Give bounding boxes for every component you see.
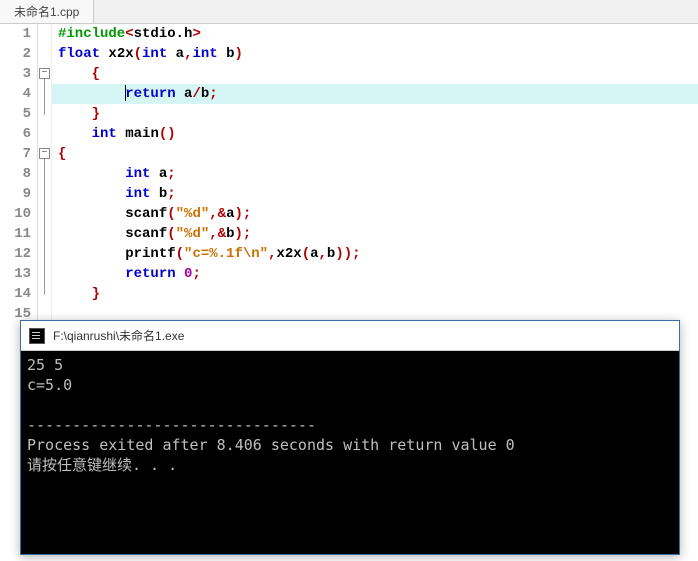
code-area[interactable]: #include<stdio.h>float x2x(int a,int b) … [52, 24, 698, 322]
code-line[interactable]: return 0; [52, 264, 698, 284]
line-number: 3 [0, 64, 31, 84]
code-line[interactable]: } [52, 284, 698, 304]
console-titlebar[interactable]: F:\qianrushi\未命名1.exe [21, 321, 679, 351]
fold-toggle[interactable]: − [39, 68, 50, 79]
line-number: 8 [0, 164, 31, 184]
code-line[interactable]: } [52, 104, 698, 124]
code-line[interactable]: { [52, 144, 698, 164]
line-number: 6 [0, 124, 31, 144]
fold-guide [44, 79, 45, 115]
console-output: 25 5 c=5.0 -----------------------------… [21, 351, 679, 479]
fold-guide [44, 159, 45, 295]
line-number: 1 [0, 24, 31, 44]
console-icon [29, 328, 45, 344]
line-number: 11 [0, 224, 31, 244]
fold-toggle[interactable]: − [39, 148, 50, 159]
line-number: 12 [0, 244, 31, 264]
code-line[interactable]: { [52, 64, 698, 84]
file-tab[interactable]: 未命名1.cpp [0, 0, 94, 23]
code-line[interactable]: int a; [52, 164, 698, 184]
line-number: 7 [0, 144, 31, 164]
console-window: F:\qianrushi\未命名1.exe 25 5 c=5.0 -------… [20, 320, 680, 555]
console-title-text: F:\qianrushi\未命名1.exe [53, 327, 184, 344]
line-number: 5 [0, 104, 31, 124]
line-number: 13 [0, 264, 31, 284]
code-line[interactable]: int b; [52, 184, 698, 204]
line-number: 9 [0, 184, 31, 204]
code-line[interactable]: #include<stdio.h> [52, 24, 698, 44]
code-editor[interactable]: 123456789101112131415 −− #include<stdio.… [0, 24, 698, 322]
line-number: 2 [0, 44, 31, 64]
code-line[interactable]: printf("c=%.1f\n",x2x(a,b)); [52, 244, 698, 264]
code-line[interactable]: scanf("%d",&a); [52, 204, 698, 224]
tab-bar: 未命名1.cpp [0, 0, 698, 24]
code-line[interactable]: scanf("%d",&b); [52, 224, 698, 244]
code-line[interactable]: int main() [52, 124, 698, 144]
line-number-gutter: 123456789101112131415 [0, 24, 38, 322]
line-number: 4 [0, 84, 31, 104]
line-number: 14 [0, 284, 31, 304]
line-number: 10 [0, 204, 31, 224]
code-line[interactable]: float x2x(int a,int b) [52, 44, 698, 64]
fold-column: −− [38, 24, 52, 322]
code-line[interactable]: return a/b; [52, 84, 698, 104]
